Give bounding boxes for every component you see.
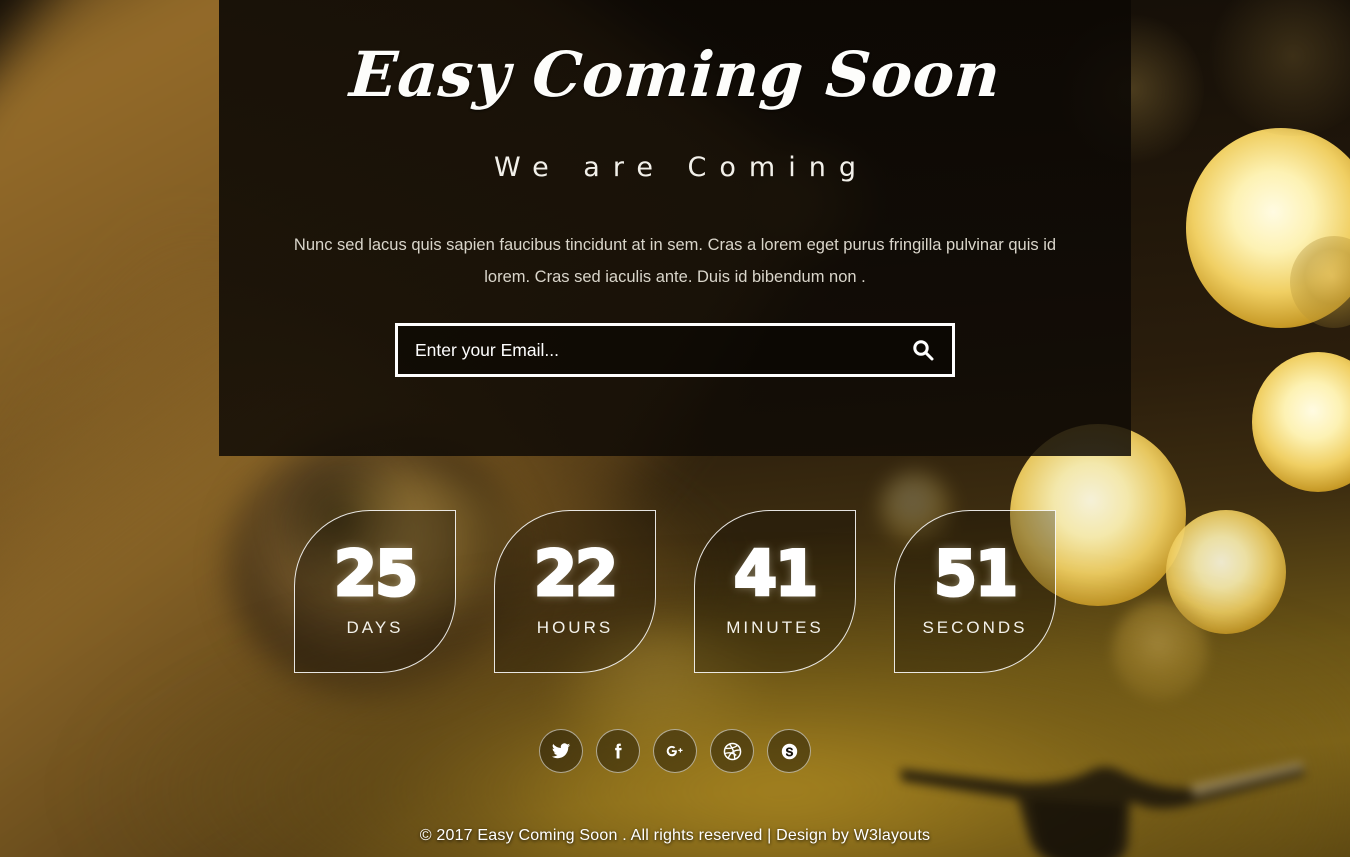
- countdown-value-hours: 22: [532, 536, 619, 610]
- skype-icon: [781, 743, 797, 759]
- twitter-icon: [551, 743, 571, 759]
- countdown-label-hours: HOURS: [536, 617, 614, 637]
- countdown-box-days: 25 DAYS: [294, 510, 456, 673]
- countdown-label-minutes: MINUTES: [726, 617, 824, 637]
- hero-section: Easy Coming Soon We are Coming Nunc sed …: [219, 0, 1131, 456]
- social-link-twitter[interactable]: [539, 729, 583, 773]
- subscribe-form: [395, 323, 955, 377]
- countdown-timer: 25 DAYS 22 HOURS 41 MINUTES 51 SECONDS: [0, 510, 1350, 673]
- hero-description: Nunc sed lacus quis sapien faucibus tinc…: [293, 236, 1057, 286]
- countdown-box-minutes: 41 MINUTES: [694, 510, 856, 673]
- countdown-label-days: DAYS: [346, 617, 404, 637]
- search-icon: [913, 340, 934, 361]
- page-title: Easy Coming Soon: [347, 38, 1003, 111]
- hero-subtitle: We are Coming: [494, 152, 869, 183]
- social-links: [0, 729, 1350, 773]
- dribbble-icon: [723, 742, 741, 760]
- social-link-dribbble[interactable]: [710, 729, 754, 773]
- countdown-label-seconds: SECONDS: [922, 617, 1028, 637]
- countdown-value-minutes: 41: [732, 536, 819, 610]
- countdown-box-hours: 22 HOURS: [494, 510, 656, 673]
- footer-copyright: © 2017 Easy Coming Soon . All rights res…: [419, 827, 931, 844]
- social-link-skype[interactable]: [767, 729, 811, 773]
- subscribe-submit-button[interactable]: [894, 326, 952, 374]
- email-input[interactable]: [398, 326, 894, 374]
- google-plus-icon: [666, 745, 683, 757]
- coming-soon-page: Easy Coming Soon We are Coming Nunc sed …: [0, 0, 1350, 857]
- countdown-box-seconds: 51 SECONDS: [894, 510, 1056, 673]
- countdown-value-days: 25: [332, 536, 419, 610]
- facebook-icon: [615, 743, 622, 759]
- social-link-google-plus[interactable]: [653, 729, 697, 773]
- social-link-facebook[interactable]: [596, 729, 640, 773]
- bokeh-light: [1208, 0, 1350, 136]
- bokeh-light: [1252, 352, 1350, 492]
- countdown-value-seconds: 51: [932, 536, 1019, 610]
